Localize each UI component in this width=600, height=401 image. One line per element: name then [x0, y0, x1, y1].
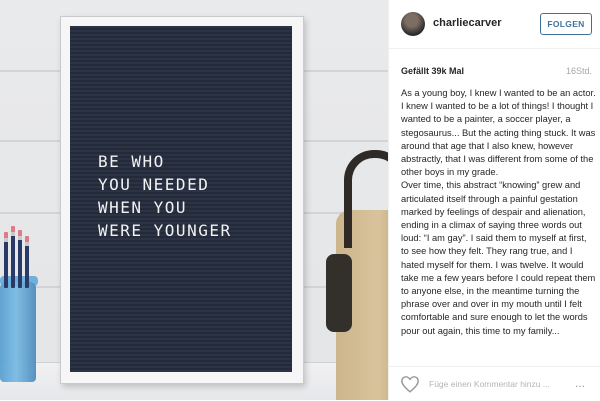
heart-icon[interactable] [400, 375, 420, 393]
username-link[interactable]: charliecarver [433, 17, 502, 29]
handbag-strap [344, 150, 388, 248]
pencil-jar [0, 282, 36, 382]
handbag-buckle [326, 254, 352, 332]
post-footer: ... [389, 366, 600, 401]
avatar[interactable] [401, 12, 425, 36]
post-caption: As a young boy, I knew I wanted to be an… [401, 87, 596, 338]
likes-count[interactable]: Gefällt 39k Mal [401, 66, 464, 76]
post-photo[interactable]: BE WHO YOU NEEDED WHEN YOU WERE YOUNGER [0, 0, 388, 400]
comment-input[interactable] [429, 375, 567, 393]
post-header: charliecarver FOLGEN [389, 0, 600, 49]
post-time[interactable]: 16Std. [566, 66, 592, 76]
follow-button[interactable]: FOLGEN [540, 13, 592, 35]
handbag [322, 150, 388, 400]
pencil [4, 232, 8, 288]
caption-paragraph: Over time, this abstract “knowing” grew … [401, 180, 596, 336]
more-options-icon[interactable]: ... [575, 375, 585, 391]
pencil [11, 226, 15, 288]
pencil [25, 236, 29, 288]
post-side-panel: charliecarver FOLGEN Gefällt 39k Mal 16S… [388, 0, 600, 400]
letter-board-text: BE WHO YOU NEEDED WHEN YOU WERE YOUNGER [98, 152, 232, 240]
caption-paragraph: As a young boy, I knew I wanted to be an… [401, 88, 596, 178]
instagram-post: BE WHO YOU NEEDED WHEN YOU WERE YOUNGER … [0, 0, 600, 400]
pencil [18, 230, 22, 288]
